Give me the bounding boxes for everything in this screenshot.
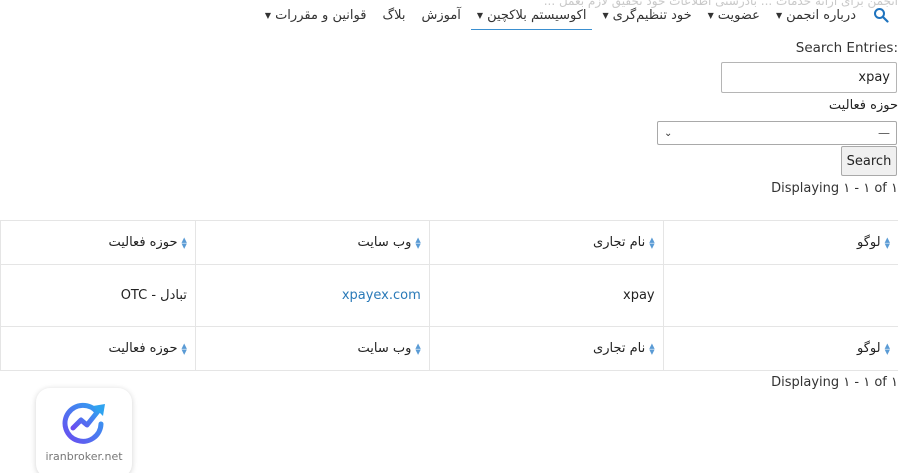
header-label: لوگو (857, 341, 881, 356)
chevron-down-icon: ⌄ (664, 127, 673, 139)
header-label: نام تجاری (593, 341, 646, 356)
sort-icon: ▲ ▼ (649, 235, 655, 250)
sort-icon: ▲ ▼ (415, 235, 421, 250)
header-name[interactable]: ▲ ▼ نام تجاری (428, 220, 664, 265)
table-header-row: ▲ ▼ لوگو ▲ ▼ نام تجاری ▲ ▼ وب سایت ▲ ▼ حوزه فعال… (0, 220, 898, 265)
footer-website[interactable]: ▲ ▼ وب سایت (194, 326, 430, 371)
search-input[interactable] (721, 62, 897, 93)
nav-item-self-regulation[interactable]: خود تنظیم‌گری ▼ (602, 0, 691, 30)
footer-logo[interactable]: ▲ ▼ لوگو (662, 326, 898, 371)
cell-logo: xpay (662, 264, 898, 327)
sort-icon: ▲ ▼ (415, 341, 421, 356)
xpay-logo: xpay (672, 284, 890, 308)
table-footer-row: ▲ ▼ لوگو ▲ ▼ نام تجاری ▲ ▼ وب سایت ▲ ▼ حوزه فعال… (0, 326, 898, 371)
nav-item-label: قوانین و مقررات (275, 7, 367, 23)
search-button[interactable]: Search (841, 146, 897, 176)
sort-icon: ▲ ▼ (181, 235, 187, 250)
sort-icon: ▲ ▼ (649, 341, 655, 356)
website-link[interactable]: xpayex.com (342, 288, 421, 303)
nav-item-blockchain-ecosystem[interactable]: اکوسیستم بلاکچین ▼ (470, 0, 593, 30)
cell-name: xpay (428, 264, 664, 327)
caret-down-icon: ▼ (602, 10, 609, 20)
select-value: — (878, 126, 890, 140)
header-logo[interactable]: ▲ ▼ لوگو (662, 220, 898, 265)
header-label: حوزه فعالیت (108, 235, 178, 250)
main-nav: درباره انجمن ▼ عضویت ▼ خود تنظیم‌گری ▼ اکوس… (249, 0, 892, 30)
caret-down-icon: ▼ (707, 10, 714, 20)
chart-logo-icon (62, 402, 105, 444)
cell-website: xpayex.com (194, 264, 430, 327)
search-entries-label: Search Entries: (795, 40, 898, 56)
nav-item-label: عضویت (717, 7, 760, 23)
header-label: لوگو (857, 235, 881, 250)
footer-name[interactable]: ▲ ▼ نام تجاری (428, 326, 664, 371)
header-label: وب سایت (357, 235, 412, 250)
nav-item-label: اکوسیستم بلاکچین (487, 7, 587, 23)
header-label: وب سایت (357, 341, 412, 356)
cell-activity: تبادل - OTC (0, 264, 196, 327)
sort-icon: ▲ ▼ (884, 341, 890, 356)
watermark-text: iranbroker.net (45, 450, 123, 463)
caret-down-icon: ▼ (775, 10, 783, 20)
nav-item-label: آموزش (421, 7, 461, 23)
displaying-count-bottom: Displaying ۱ - ۱ of ۱ (771, 375, 898, 390)
nav-item-blog[interactable]: بلاگ (382, 0, 405, 30)
nav-item-rules[interactable]: قوانین و مقررات ▼ (265, 0, 367, 30)
sort-icon: ▲ ▼ (181, 341, 187, 356)
footer-activity[interactable]: ▲ ▼ حوزه فعالیت (0, 326, 196, 371)
caret-down-icon: ▼ (264, 10, 272, 20)
header-website[interactable]: ▲ ▼ وب سایت (194, 220, 430, 265)
header-label: حوزه فعالیت (108, 341, 178, 356)
caret-down-icon: ▼ (476, 10, 484, 20)
header-activity[interactable]: ▲ ▼ حوزه فعالیت (0, 220, 196, 265)
header-label: نام تجاری (593, 235, 646, 250)
results-table: ▲ ▼ لوگو ▲ ▼ نام تجاری ▲ ▼ وب سایت ▲ ▼ حوزه فعال… (0, 220, 898, 371)
search-icon[interactable] (870, 4, 892, 26)
watermark-badge: iranbroker.net (36, 388, 132, 473)
activity-field-label: حوزه فعالیت (828, 98, 898, 113)
displaying-count-top: Displaying ۱ - ۱ of ۱ (771, 181, 898, 196)
table-row: xpay xpay xpayex.com تبادل - OTC (0, 264, 898, 327)
nav-item-label: بلاگ (382, 7, 406, 23)
nav-item-about[interactable]: درباره انجمن ▼ (776, 0, 856, 30)
sort-icon: ▲ ▼ (884, 235, 890, 250)
nav-item-membership[interactable]: عضویت ▼ (708, 0, 760, 30)
activity-select[interactable]: ⌄ — (657, 121, 897, 145)
nav-item-label: درباره انجمن (786, 7, 856, 23)
nav-item-education[interactable]: آموزش (421, 0, 460, 30)
nav-item-label: خود تنظیم‌گری (612, 7, 692, 23)
